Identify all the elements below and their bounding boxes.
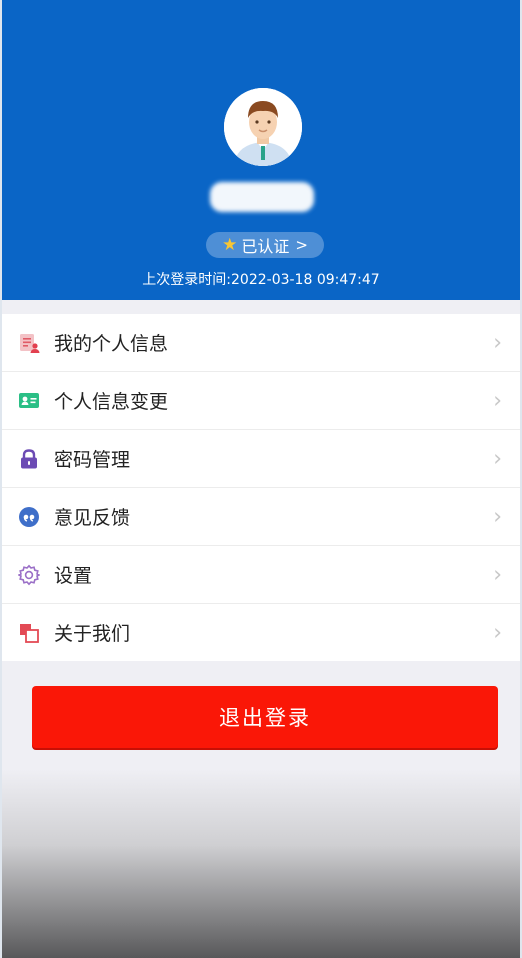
chevron-right-icon: ›: [493, 562, 502, 587]
menu-item-feedback[interactable]: 意见反馈 ›: [2, 488, 520, 546]
menu-item-label: 我的个人信息: [54, 333, 169, 355]
feedback-quote-icon: [18, 506, 40, 528]
chevron-right-icon: ›: [493, 504, 502, 529]
menu-item-label: 密码管理: [54, 449, 131, 471]
lock-icon: [18, 448, 40, 470]
last-login-time: 上次登录时间:2022-03-18 09:47:47: [142, 272, 380, 288]
gear-icon: [18, 564, 40, 586]
about-squares-icon: [18, 622, 40, 644]
profile-header: ★ 已认证 > 上次登录时间:2022-03-18 09:47:47: [2, 0, 520, 300]
menu-item-info-change[interactable]: 个人信息变更 ›: [2, 372, 520, 430]
logout-button[interactable]: 退出登录: [32, 686, 498, 748]
menu-item-settings[interactable]: 设置 ›: [2, 546, 520, 604]
menu-item-label: 设置: [54, 565, 93, 587]
star-icon: ★: [222, 234, 238, 255]
verified-label: 已认证: [241, 237, 290, 256]
chevron-right-icon: ›: [493, 620, 502, 645]
person-avatar-icon: [224, 88, 302, 166]
profile-card-icon: [18, 332, 40, 354]
menu-item-my-info[interactable]: 我的个人信息 ›: [2, 314, 520, 372]
chevron-right-icon: >: [295, 236, 308, 254]
bottom-shadow-area: [2, 770, 520, 958]
chevron-right-icon: ›: [493, 388, 502, 413]
id-card-icon: [18, 390, 40, 412]
settings-menu: 我的个人信息 › 个人信息变更 › 密码管理 › 意见反馈 › 设置 › 关于我…: [2, 314, 520, 661]
username-redacted: [210, 182, 314, 212]
menu-item-label: 个人信息变更: [54, 391, 169, 413]
verified-badge[interactable]: ★ 已认证 >: [206, 232, 324, 258]
menu-item-password[interactable]: 密码管理 ›: [2, 430, 520, 488]
chevron-right-icon: ›: [493, 330, 502, 355]
menu-item-label: 意见反馈: [54, 507, 131, 529]
menu-item-label: 关于我们: [54, 623, 131, 645]
avatar[interactable]: [224, 88, 302, 166]
menu-item-about[interactable]: 关于我们 ›: [2, 604, 520, 661]
chevron-right-icon: ›: [493, 446, 502, 471]
profile-screen: ★ 已认证 > 上次登录时间:2022-03-18 09:47:47 我的个人信…: [2, 0, 520, 958]
